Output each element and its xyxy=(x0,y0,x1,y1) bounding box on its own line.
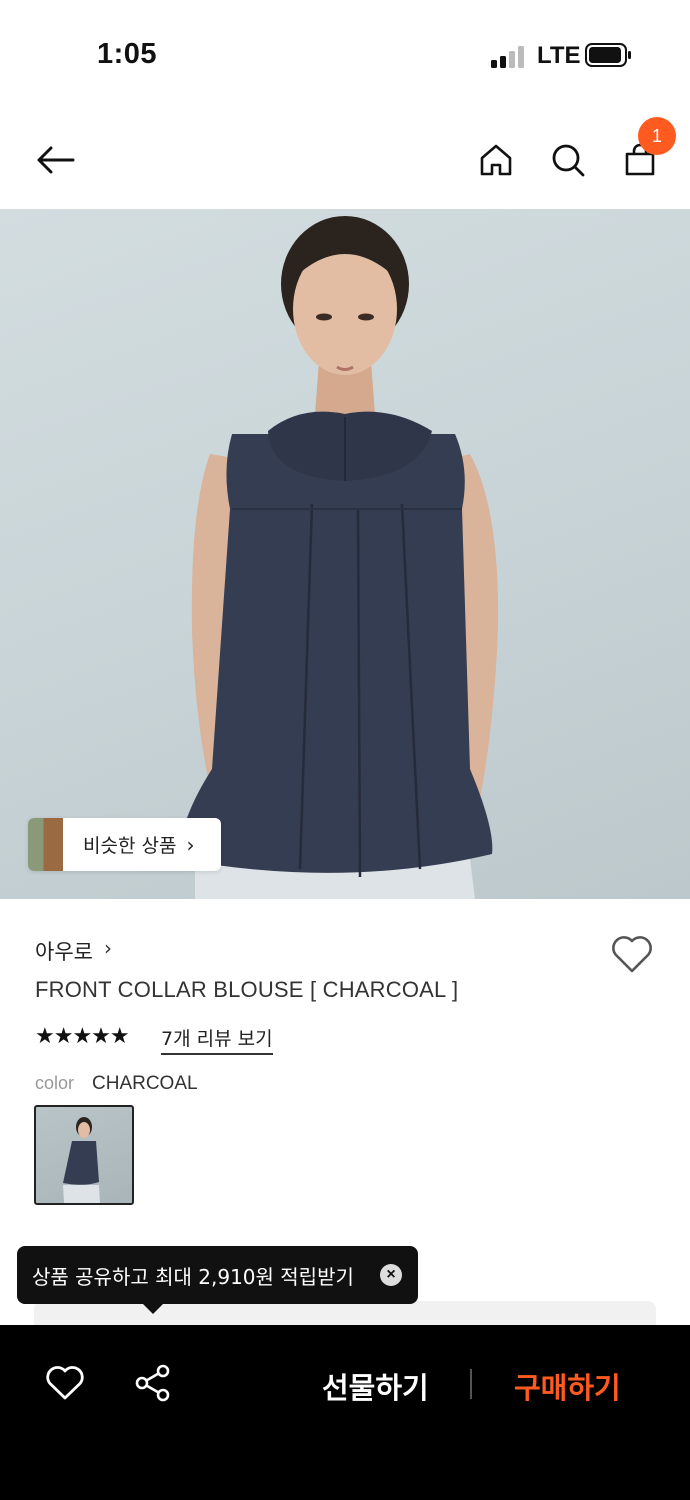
divider xyxy=(470,1369,472,1399)
battery-icon xyxy=(585,43,631,67)
color-label: color xyxy=(35,1073,75,1093)
share-reward-tooltip: 상품 공유하고 최대 2,910원 적립받기 × xyxy=(17,1246,418,1314)
product-title: FRONT COLLAR BLOUSE [ CHARCOAL ] xyxy=(35,977,459,1002)
color-swatch-charcoal[interactable] xyxy=(34,1105,134,1205)
chevron-right-icon: › xyxy=(104,936,112,960)
color-value: CHARCOAL xyxy=(92,1073,198,1094)
brand-link[interactable]: 아우로 xyxy=(35,936,93,966)
reviews-link[interactable]: 7개 리뷰 보기 xyxy=(161,1024,273,1055)
heart-icon[interactable] xyxy=(610,934,654,974)
chevron-right-icon: › xyxy=(186,832,195,857)
search-icon[interactable] xyxy=(546,138,590,182)
similar-product-thumbnail xyxy=(28,818,63,871)
rating-stars: ★★★★★ xyxy=(35,1024,130,1049)
signal-icon xyxy=(491,44,527,68)
back-arrow-icon[interactable] xyxy=(33,138,77,182)
gift-button[interactable]: 선물하기 xyxy=(322,1365,429,1407)
similar-products-button[interactable]: 비슷한 상품 › xyxy=(28,818,221,871)
model-illustration xyxy=(178,216,499,899)
product-hero-image[interactable] xyxy=(0,209,690,899)
tooltip-text: 상품 공유하고 최대 2,910원 적립받기 xyxy=(32,1264,354,1289)
similar-products-label: 비슷한 상품 xyxy=(83,835,177,857)
heart-icon[interactable] xyxy=(45,1365,85,1401)
bottom-action-bar: 선물하기 구매하기 xyxy=(0,1325,690,1500)
status-bar: 1:05 LTE xyxy=(0,0,690,110)
home-icon[interactable] xyxy=(474,138,518,182)
tooltip-arrow xyxy=(143,1304,163,1314)
buy-button[interactable]: 구매하기 xyxy=(514,1365,621,1407)
swatch-thumbnail xyxy=(63,1117,100,1203)
network-label: LTE xyxy=(537,42,581,69)
share-icon[interactable] xyxy=(133,1363,173,1403)
close-icon[interactable]: × xyxy=(380,1264,402,1286)
status-time: 1:05 xyxy=(97,38,158,70)
top-navigation xyxy=(0,110,690,209)
cart-count-badge: 1 xyxy=(638,117,676,155)
